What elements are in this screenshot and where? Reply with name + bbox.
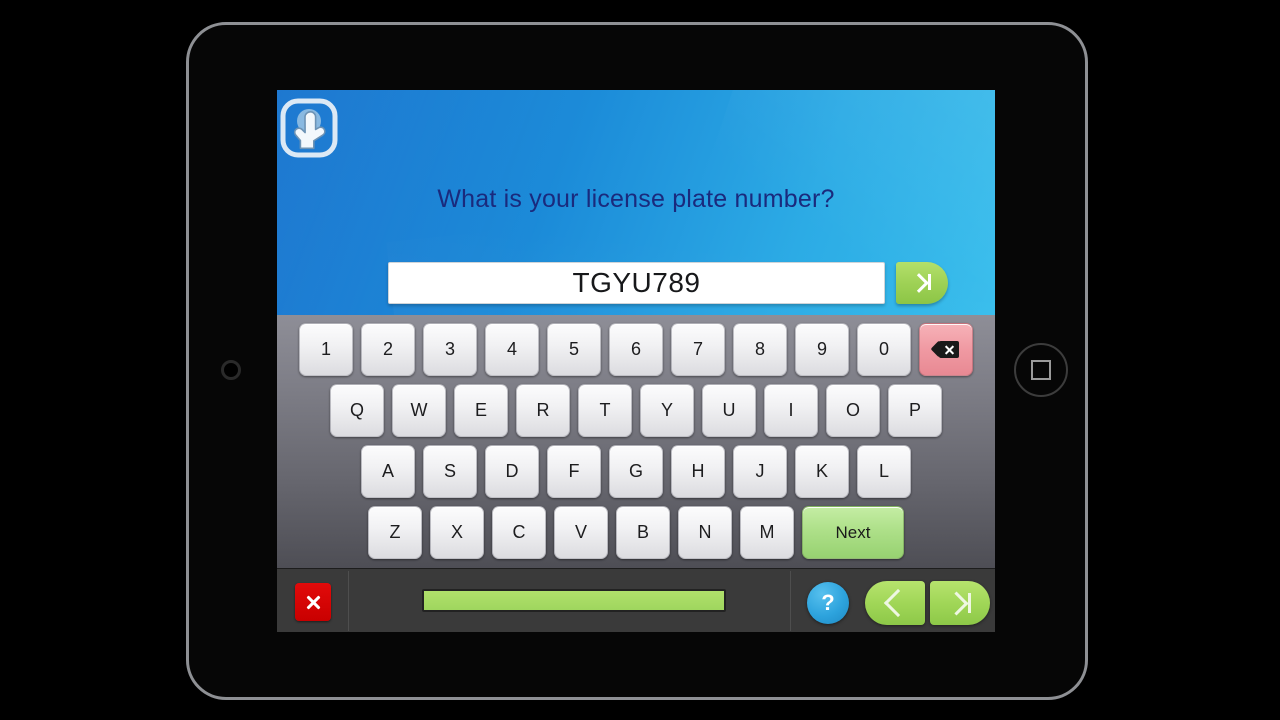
key-p[interactable]: P <box>888 384 942 437</box>
toolbar-divider-right <box>790 571 791 631</box>
skip-forward-icon <box>944 591 972 616</box>
key-a[interactable]: A <box>361 445 415 498</box>
key-t[interactable]: T <box>578 384 632 437</box>
key-w[interactable]: W <box>392 384 446 437</box>
home-square-icon <box>1031 360 1051 380</box>
back-button[interactable] <box>865 581 925 625</box>
question-text: What is your license plate number? <box>437 185 835 213</box>
camera-dot-icon <box>221 360 241 380</box>
close-button[interactable] <box>295 583 331 621</box>
backspace-icon <box>930 340 959 358</box>
key-q[interactable]: Q <box>330 384 384 437</box>
key-b[interactable]: B <box>616 506 670 559</box>
key-v[interactable]: V <box>554 506 608 559</box>
progress-bar <box>422 589 726 612</box>
skip-forward-icon <box>909 272 933 294</box>
key-h[interactable]: H <box>671 445 725 498</box>
key-k[interactable]: K <box>795 445 849 498</box>
key-0[interactable]: 0 <box>857 323 911 376</box>
key-5[interactable]: 5 <box>547 323 601 376</box>
key-z[interactable]: Z <box>368 506 422 559</box>
help-question-mark-icon: ? <box>821 590 835 615</box>
touch-hand-icon <box>280 98 338 158</box>
key-x[interactable]: X <box>430 506 484 559</box>
answer-input-value: TGYU789 <box>572 267 701 298</box>
key-d[interactable]: D <box>485 445 539 498</box>
key-next[interactable]: Next <box>802 506 904 559</box>
key-m[interactable]: M <box>740 506 794 559</box>
key-n[interactable]: N <box>678 506 732 559</box>
next-button[interactable] <box>930 581 990 625</box>
key-u[interactable]: U <box>702 384 756 437</box>
key-1[interactable]: 1 <box>299 323 353 376</box>
close-x-icon <box>305 594 322 611</box>
key-y[interactable]: Y <box>640 384 694 437</box>
progress-bar-fill <box>424 591 724 610</box>
screenshot-root: What is your license plate number? TGYU7… <box>0 0 1280 720</box>
app-screen: What is your license plate number? TGYU7… <box>277 90 995 632</box>
keyboard-row-qwerty: QWERTYUIOP <box>277 384 995 437</box>
keyboard-row-zxcv: Z X C V B N M Next <box>277 506 995 559</box>
key-e[interactable]: E <box>454 384 508 437</box>
on-screen-keyboard: 1234567890 QWERTYUIOP ASDFGHJKL ZXCVBNMN… <box>277 315 995 568</box>
keyboard-row-numbers: 1234567890 <box>277 323 995 376</box>
help-button[interactable]: ? <box>807 582 849 624</box>
home-button[interactable] <box>1014 343 1068 397</box>
question-panel: What is your license plate number? TGYU7… <box>277 90 995 315</box>
key-9[interactable]: 9 <box>795 323 849 376</box>
key-r[interactable]: R <box>516 384 570 437</box>
key-4[interactable]: 4 <box>485 323 539 376</box>
keyboard-row-asdf: ASDFGHJKL <box>277 445 995 498</box>
key-2[interactable]: 2 <box>361 323 415 376</box>
chevron-left-icon <box>883 588 912 618</box>
answer-row: TGYU789 <box>388 262 948 304</box>
key-3[interactable]: 3 <box>423 323 477 376</box>
key-8[interactable]: 8 <box>733 323 787 376</box>
key-backspace[interactable] <box>919 323 973 376</box>
key-c[interactable]: C <box>492 506 546 559</box>
key-o[interactable]: O <box>826 384 880 437</box>
key-f[interactable]: F <box>547 445 601 498</box>
toolbar-divider-left <box>348 571 349 631</box>
key-s[interactable]: S <box>423 445 477 498</box>
answer-input[interactable]: TGYU789 <box>388 262 885 304</box>
key-g[interactable]: G <box>609 445 663 498</box>
key-6[interactable]: 6 <box>609 323 663 376</box>
key-l[interactable]: L <box>857 445 911 498</box>
key-j[interactable]: J <box>733 445 787 498</box>
key-7[interactable]: 7 <box>671 323 725 376</box>
answer-submit-button[interactable] <box>896 262 948 304</box>
key-i[interactable]: I <box>764 384 818 437</box>
bottom-toolbar: ? <box>277 568 995 632</box>
